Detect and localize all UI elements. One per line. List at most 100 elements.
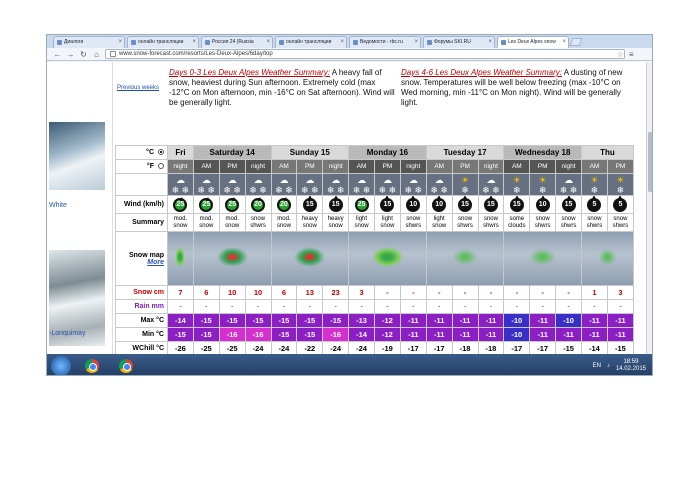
snow-cloud-icon: ☁ ❄ ❄ [244,173,272,196]
back-icon[interactable]: ← [53,50,62,59]
snow-cm-row-cell: 7 [167,285,194,300]
snowflake-icon: ❄ [616,184,625,195]
unit-celsius-toggle[interactable]: °C [115,145,168,160]
snow-map-image[interactable] [270,231,350,286]
address-bar[interactable]: www.snow-forecast.com/resorts/Les-Deux-A… [105,49,625,59]
rain-mm-row-cell: - [581,299,608,314]
cloud-icon: ☁ [434,174,444,185]
celsius-radio[interactable] [158,149,164,156]
period-header: PM [296,159,324,174]
browser-tab[interactable]: Форумы SKI.RU × [423,36,495,48]
wind-cell: 15 [374,195,401,214]
snowflake-icon: ❄ [461,184,469,195]
max-temp-row-label: Max °C [115,313,168,328]
max-temp-row-cell: -11 [425,313,453,328]
close-tab-icon[interactable]: × [562,37,566,48]
fahrenheit-radio[interactable] [158,163,164,170]
close-tab-icon[interactable]: × [340,37,344,48]
reload-icon[interactable]: ↻ [79,50,88,59]
snow-cloud-icon: ☁ ❄ ❄ [192,173,220,196]
unit-fahrenheit-toggle[interactable]: °F [115,159,168,174]
period-header: PM [374,159,401,174]
wind-cell: 15 [503,195,531,214]
snow-cm-row-cell: - [503,285,531,300]
snow-map-image[interactable] [348,231,427,286]
snow-map-row: Snow map More [115,231,634,286]
taskbar-chrome-button-2[interactable] [113,356,139,375]
snowflake-icon: ❄ ❄ [378,184,397,195]
browser-tab[interactable]: Ведомости - rbc.ru × [349,36,421,48]
max-temp-row-cell: -12 [374,313,401,328]
wind-chill-row-cell: -22 [296,341,324,354]
rain-mm-row-cell: - [270,299,298,314]
forward-icon[interactable]: → [66,50,75,59]
browser-tab[interactable]: Россия 24 (Russia × [201,36,273,48]
snow-map-blob [175,246,186,267]
snow-map-image[interactable] [581,231,634,286]
close-tab-icon[interactable]: × [414,37,418,48]
snowflake-icon: ❄ ❄ [171,184,190,195]
rain-mm-row-cell: - [322,299,350,314]
wind-arrow-icon: 15 [509,196,524,212]
browser-tab[interactable]: Диалоги × [53,36,125,48]
snowflake-icon: ❄ ❄ [430,184,448,195]
language-indicator[interactable]: EN [593,363,601,369]
clock[interactable]: 18:59 14.02.2015 [616,359,646,373]
vertical-scrollbar[interactable] [646,62,652,354]
wind-cell: 15 [477,195,505,214]
wind-arrow-icon: 25 [354,196,369,212]
max-temp-row-cell: -15 [296,313,324,328]
snow-map-image[interactable] [192,231,272,286]
close-tab-icon[interactable]: × [488,37,492,48]
cloud-icon: ☁ [357,174,367,185]
resort-link-white[interactable]: White [49,202,67,209]
page-icon [110,51,116,57]
wind-arrow-icon: 15 [380,196,395,212]
taskbar-chrome-button[interactable] [79,356,105,375]
resort-link-lonquimay[interactable]: -Lonquimay [49,330,86,337]
snow-map-image[interactable] [167,231,194,286]
max-temp-row-cell: -15 [270,313,298,328]
max-temp-row-cell: -10 [503,313,531,328]
snow-cloud-icon: ☁ ❄ ❄ [425,173,453,196]
wind-cell: 5 [581,195,608,214]
browser-tab[interactable]: онлайн трансляции × [127,36,199,48]
bookmark-star-icon[interactable]: ☆ [617,50,624,59]
snow-map-image[interactable] [425,231,505,286]
volume-icon[interactable]: ♪ [607,363,610,369]
rain-mm-row-cell: - [425,299,453,314]
home-icon[interactable]: ⌂ [92,50,101,59]
day-header: Fri [167,145,194,160]
snow-cloud-icon: ☁ ❄ ❄ [374,173,401,196]
snowflake-icon: ❄ ❄ [301,184,319,195]
min-temp-row-label: Min °C [115,327,168,342]
browser-tab[interactable]: Les Deux Alpes snow × [497,36,569,48]
wind-label: Wind (km/h) [115,195,168,214]
day-header: Monday 16 [348,145,427,160]
close-tab-icon[interactable]: × [192,37,196,48]
snow-cm-row-cell: - [477,285,505,300]
snowflake-icon: ❄ ❄ [223,184,241,195]
more-maps-link[interactable]: More [117,259,164,266]
scrollbar-thumb[interactable] [648,132,652,192]
previous-weeks-link[interactable]: Previous weeks [117,85,159,91]
new-tab-button[interactable] [569,38,583,46]
start-button[interactable] [51,355,71,375]
period-header: AM [425,159,453,174]
max-temp-row-cell: -13 [348,313,375,328]
snow-cm-row-cell: 3 [606,285,635,300]
rain-mm-row-cell: - [503,299,531,314]
wind-cell: 20 [270,195,298,214]
day-header: Wednesday 18 [503,145,582,160]
snow-map-image[interactable] [503,231,582,286]
cloud-icon: ☁ [486,174,496,185]
browser-tab[interactable]: онлайн трансляции × [275,36,347,48]
wind-chill-row-cell: -24 [322,341,350,354]
wind-chill-row-cell: -24 [244,341,272,354]
menu-icon[interactable]: ≡ [629,50,634,59]
close-tab-icon[interactable]: × [266,37,270,48]
day-header: Saturday 14 [192,145,272,160]
rain-mm-row-cell: - [192,299,220,314]
snow-map-blob [597,246,618,267]
close-tab-icon[interactable]: × [118,37,122,48]
